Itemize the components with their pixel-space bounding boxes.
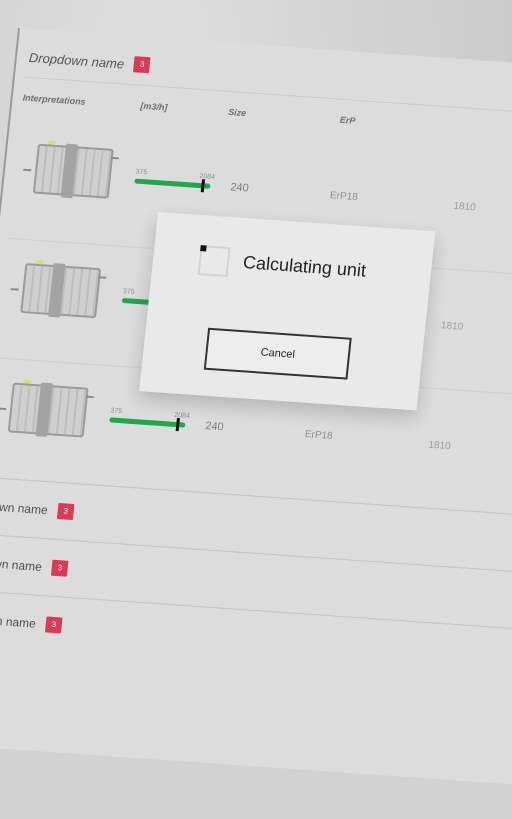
unit-icon	[7, 379, 89, 438]
spinner-icon	[197, 245, 231, 278]
dropdown-badge: 3	[50, 559, 69, 577]
size-value: 240	[229, 181, 250, 195]
col-flow: [m3/h]	[139, 100, 168, 113]
slider-min: 375	[122, 287, 135, 296]
extra-value: 1810	[440, 320, 464, 333]
cancel-button[interactable]: Cancel	[203, 327, 352, 380]
unit-icon	[32, 140, 114, 199]
unit-icon	[20, 259, 102, 319]
dropdown-title: Dropdown name	[28, 49, 125, 71]
dropdown-label: Dropdown name	[0, 610, 37, 631]
dropdown-badge: 3	[133, 56, 151, 74]
erp-value: ErP18	[304, 429, 334, 442]
col-interpretations: Interpretations	[22, 92, 87, 107]
app-stage: Dropdown name 3 Interpretations [m3/h] S…	[0, 0, 512, 790]
modal-title: Calculating unit	[242, 252, 368, 281]
dropdown-label: Dropdown name	[0, 497, 49, 518]
col-size: Size	[227, 106, 247, 119]
spinner-dot	[200, 245, 207, 252]
dropdown-label: Dropdown name	[0, 553, 43, 574]
dropdown-badge: 3	[56, 502, 75, 521]
lower-dropdowns: Dropdown name 3 Dropdown name 3 Dropdown…	[0, 474, 512, 819]
slider-min: 375	[135, 168, 148, 177]
extra-value: 1810	[452, 200, 477, 214]
erp-value: ErP18	[329, 190, 359, 204]
calculating-modal: Calculating unit Cancel	[139, 212, 436, 411]
col-erp: ErP	[339, 114, 356, 126]
size-value: 240	[204, 420, 225, 434]
extra-value: 1810	[427, 439, 452, 453]
dropdown-badge: 3	[44, 616, 63, 634]
slider-min: 375	[110, 407, 123, 416]
configuration-panel: Dropdown name 3 Interpretations [m3/h] S…	[0, 28, 512, 790]
